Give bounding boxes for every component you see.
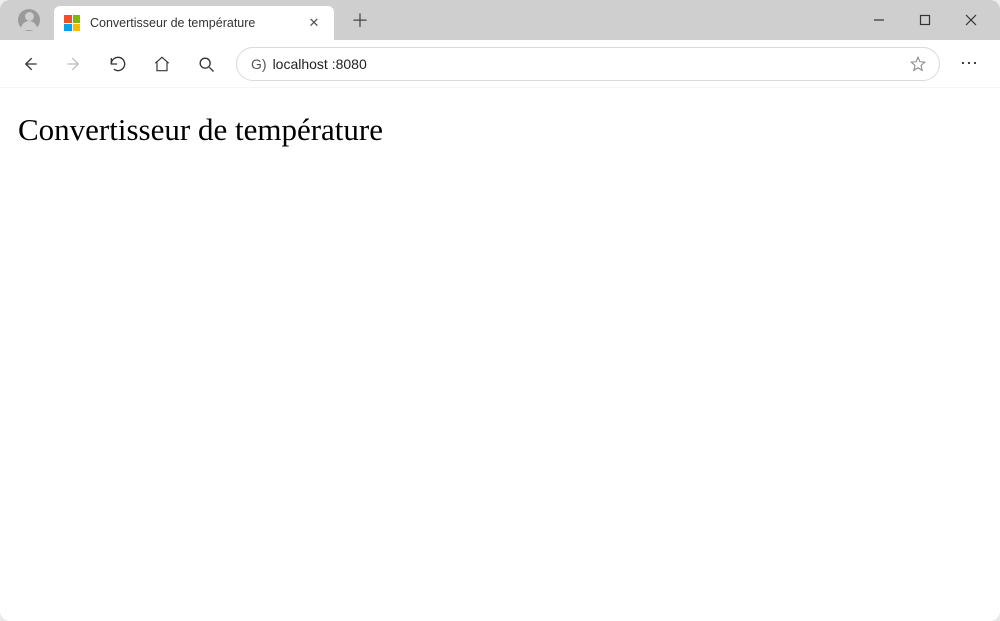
- tab-title: Convertisseur de température: [90, 16, 294, 30]
- home-button[interactable]: [142, 44, 182, 84]
- menu-button[interactable]: ⋯: [950, 44, 990, 84]
- ms-logo-icon: [64, 15, 80, 31]
- minimize-button[interactable]: [856, 0, 902, 40]
- profile-icon[interactable]: [18, 9, 40, 31]
- forward-button: [54, 44, 94, 84]
- close-window-button[interactable]: [948, 0, 994, 40]
- back-button[interactable]: [10, 44, 50, 84]
- refresh-button[interactable]: [98, 44, 138, 84]
- page-content: Convertisseur de température: [0, 88, 1000, 621]
- tab-active[interactable]: Convertisseur de température ✕: [54, 6, 334, 40]
- page-heading: Convertisseur de température: [18, 112, 982, 148]
- maximize-button[interactable]: [902, 0, 948, 40]
- toolbar: G) localhost :8080 ⋯: [0, 40, 1000, 88]
- window-controls: [856, 0, 994, 40]
- favorite-icon[interactable]: [907, 55, 929, 73]
- addressbar[interactable]: G) localhost :8080: [236, 47, 940, 81]
- new-tab-button[interactable]: ＋: [344, 4, 376, 36]
- addressbar-prefix: G): [251, 56, 267, 72]
- browser-window: Convertisseur de température ✕ ＋: [0, 0, 1000, 621]
- close-tab-icon[interactable]: ✕: [306, 15, 322, 31]
- addressbar-url[interactable]: localhost :8080: [273, 56, 907, 72]
- search-button[interactable]: [186, 44, 226, 84]
- titlebar: Convertisseur de température ✕ ＋: [0, 0, 1000, 40]
